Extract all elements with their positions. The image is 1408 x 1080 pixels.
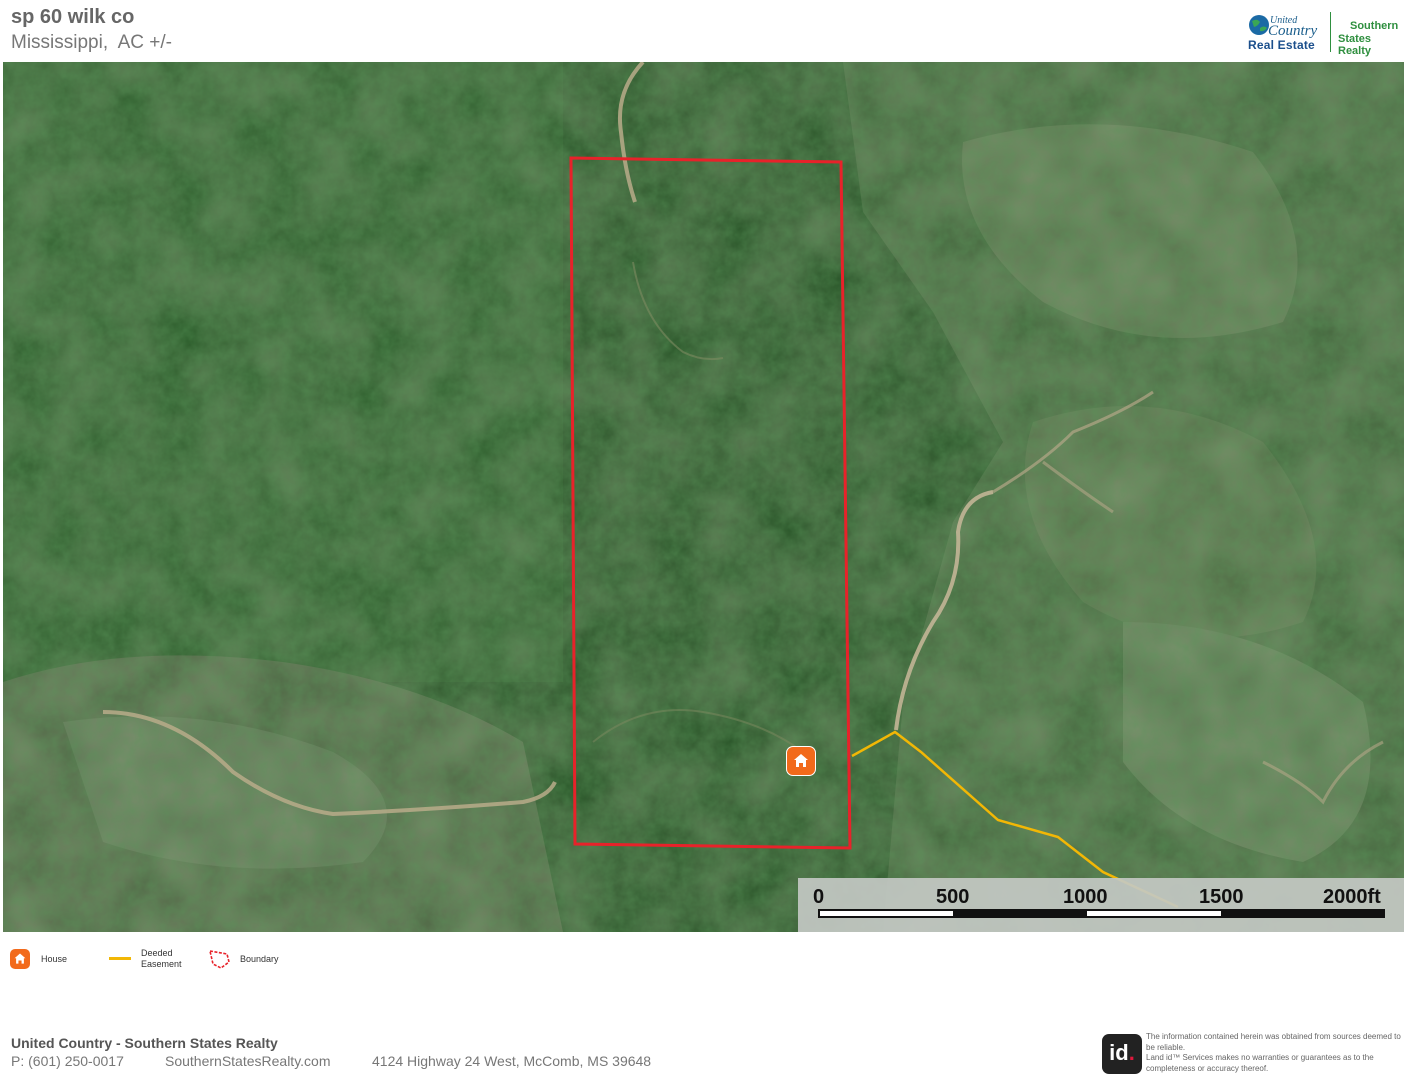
footer-address: 4124 Highway 24 West, McComb, MS 39648	[372, 1053, 652, 1069]
scale-track	[818, 909, 1385, 918]
scale-label-0: 0	[813, 886, 825, 908]
united-country-logo: United Country Real Estate Southern Stat…	[1246, 12, 1404, 57]
scale-segment	[1221, 911, 1383, 916]
land-id-logo: id.	[1102, 1034, 1142, 1074]
logo-brand-line2: States Realty	[1338, 33, 1372, 57]
footer-company-name: United Country - Southern States Realty	[11, 1035, 278, 1051]
legend-easement-label-line2: Easement	[141, 959, 182, 969]
house-icon	[14, 953, 26, 964]
scale-label-500: 500	[936, 886, 970, 908]
house-marker[interactable]	[786, 746, 816, 776]
globe-icon	[1249, 15, 1269, 35]
legend-house-label: House	[41, 954, 68, 964]
satellite-imagery	[3, 62, 1404, 932]
map-title: sp 60 wilk co	[11, 6, 135, 28]
scale-bar: 0 500 1000 1500 2000ft	[798, 878, 1404, 932]
disclaimer-line2: Land id™ Services makes no warranties or…	[1146, 1053, 1374, 1073]
id-logo-text: id	[1109, 1040, 1129, 1065]
satellite-map[interactable]: 0 500 1000 1500 2000ft	[3, 62, 1404, 932]
legend-easement-line-icon	[109, 957, 131, 960]
scale-label-1500: 1500	[1199, 886, 1244, 908]
disclaimer-line1: The information contained herein was obt…	[1146, 1032, 1401, 1052]
house-icon	[794, 754, 808, 767]
legend-house-icon	[10, 949, 30, 969]
scale-label-1000: 1000	[1063, 886, 1108, 908]
id-logo-dot: .	[1128, 1040, 1135, 1065]
logo-brand-line1: Southern	[1350, 20, 1399, 32]
scale-segment	[953, 911, 1087, 916]
logo-real-estate-text: Real Estate	[1248, 38, 1315, 52]
scale-label-2000ft: 2000ft	[1323, 886, 1381, 908]
disclaimer: The information contained herein was obt…	[1146, 1032, 1406, 1074]
legend-easement-label-line1: Deeded	[141, 948, 173, 958]
legend-boundary-label: Boundary	[240, 954, 279, 964]
footer-website-link[interactable]: SouthernStatesRealty.com	[165, 1053, 331, 1069]
logo-divider	[1330, 12, 1331, 52]
boundary-polygon-icon	[208, 950, 230, 969]
map-legend: House Deeded Easement Boundary	[0, 944, 400, 978]
footer-phone: P: (601) 250-0017	[11, 1053, 124, 1069]
map-subtitle: Mississippi, AC +/-	[11, 32, 173, 53]
